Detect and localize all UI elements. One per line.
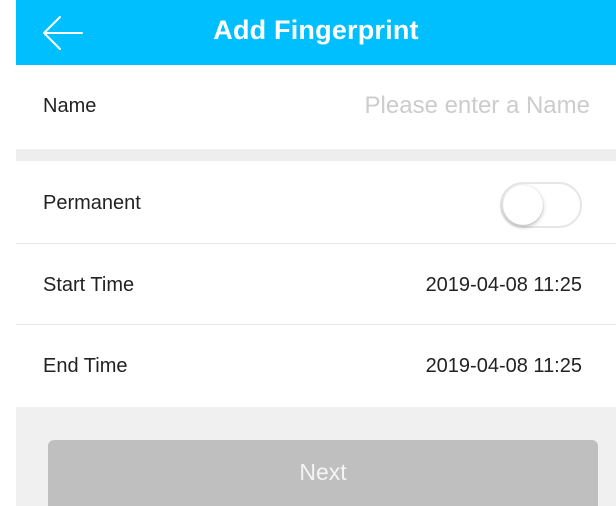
- section-divider: [16, 149, 616, 161]
- toggle-knob: [503, 185, 543, 225]
- start-time-label: Start Time: [43, 274, 135, 296]
- end-time-row[interactable]: End Time 2019-04-08 11:25: [16, 325, 616, 407]
- permanent-row: Permanent: [16, 161, 616, 243]
- permanent-toggle[interactable]: [500, 182, 582, 228]
- name-row: Name: [16, 65, 616, 149]
- add-fingerprint-screen: Add Fingerprint Name Permanent Start Tim…: [0, 0, 616, 506]
- start-time-row[interactable]: Start Time 2019-04-08 11:25: [16, 244, 616, 324]
- end-time-value[interactable]: 2019-04-08 11:25: [426, 355, 582, 378]
- footer-area: Next: [16, 407, 616, 506]
- permanent-label: Permanent: [43, 192, 141, 214]
- next-button[interactable]: Next: [48, 440, 598, 506]
- name-input[interactable]: [290, 89, 590, 123]
- end-time-label: End Time: [43, 355, 128, 377]
- page-title: Add Fingerprint: [213, 15, 419, 45]
- start-time-value[interactable]: 2019-04-08 11:25: [426, 274, 582, 297]
- name-label: Name: [43, 95, 97, 117]
- top-bar: Add Fingerprint: [16, 0, 616, 65]
